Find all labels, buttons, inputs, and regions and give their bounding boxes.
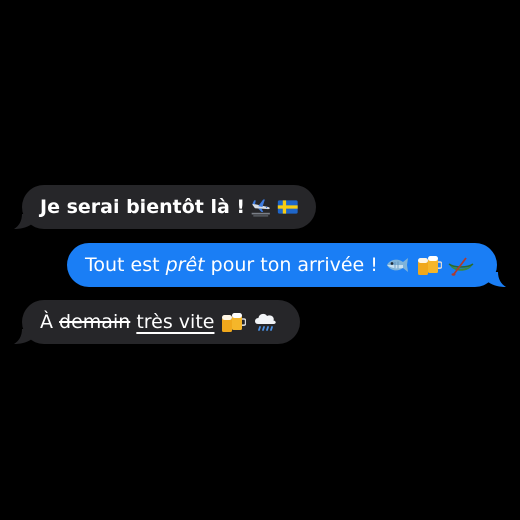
canoe-icon	[448, 257, 474, 276]
message-bubble-incoming[interactable]: Je serai bientôt là !	[22, 185, 316, 229]
message-text: Tout est	[85, 254, 166, 276]
airplane-arriving-icon	[251, 199, 270, 217]
message-text-strikethrough: demain	[59, 311, 131, 333]
message-text-italic: prêt	[165, 254, 205, 276]
message-bubble-outgoing[interactable]: Tout est prêt pour ton arrivée !	[67, 243, 497, 287]
fish-icon	[386, 258, 408, 272]
message-thread: Je serai bientôt là ! Tout est prêt pour…	[0, 0, 520, 520]
message-text: pour ton arrivée !	[204, 254, 378, 276]
message-bubble-incoming[interactable]: À demain très vite	[22, 300, 300, 344]
beer-mugs-icon	[222, 313, 247, 332]
cloud-with-rain-icon	[255, 313, 277, 331]
sweden-flag-icon	[277, 200, 298, 214]
message-text: Je serai bientôt là !	[40, 196, 246, 218]
message-text: À	[40, 311, 60, 333]
beer-mugs-icon	[417, 256, 442, 275]
message-text-underline: très vite	[136, 311, 215, 333]
